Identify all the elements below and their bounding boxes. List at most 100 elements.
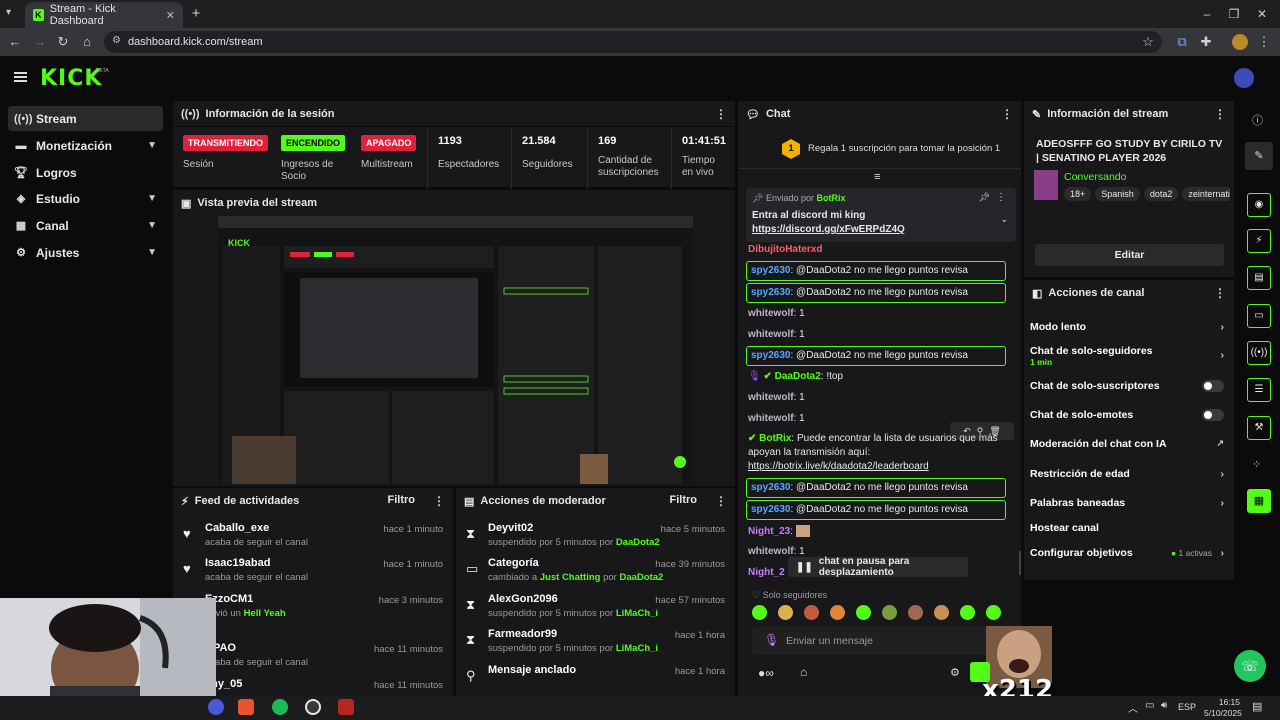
more-options-icon[interactable]: ⋮ xyxy=(433,494,445,508)
chat-scrollbar[interactable] xyxy=(1019,551,1021,575)
minimize-icon[interactable]: – xyxy=(1199,6,1215,22)
store-icon[interactable]: ⌂ xyxy=(800,665,807,679)
chat-username[interactable]: spy2630 xyxy=(751,350,790,361)
emote-icon[interactable] xyxy=(804,605,819,620)
window-close-icon[interactable]: ✕ xyxy=(1254,6,1270,22)
action-goals[interactable]: Configurar objetivos ● 1 activas › xyxy=(1030,547,1226,559)
more-options-icon[interactable]: ⋮ xyxy=(1214,107,1226,121)
pinned-user[interactable]: BotRix xyxy=(817,193,846,203)
stream-preview-video[interactable]: KICK xyxy=(218,216,693,484)
chat-link[interactable]: https://botrix.live/k/daadota2/leaderboa… xyxy=(748,461,929,472)
chat-username[interactable]: whitewolf xyxy=(748,413,794,424)
filter-button[interactable]: Filtro xyxy=(388,494,416,506)
network-icon[interactable]: ▭ xyxy=(1145,700,1154,711)
more-options-icon[interactable]: ⋮ xyxy=(715,107,727,121)
pinned-collapse-icon[interactable]: ≡ xyxy=(874,171,880,183)
restore-icon[interactable]: ❐ xyxy=(1226,6,1242,22)
tab-close-icon[interactable]: ✕ xyxy=(166,9,175,22)
mod-category[interactable]: Just Chatting xyxy=(540,572,601,583)
chevron-down-icon[interactable]: ⌄ xyxy=(1000,214,1008,225)
unpin-icon[interactable]: 📌︎ xyxy=(979,192,990,203)
mod-by[interactable]: LiMaCh_i xyxy=(616,608,658,619)
chat-username[interactable]: whitewolf xyxy=(748,392,794,403)
link-icon[interactable]: ●∞ xyxy=(758,666,774,680)
mod-by[interactable]: DaaDota2 xyxy=(619,572,663,583)
dota-icon[interactable] xyxy=(338,699,354,715)
language-indicator[interactable]: ESP xyxy=(1178,702,1196,712)
hamburger-menu-icon[interactable] xyxy=(14,70,28,84)
emote-icon[interactable] xyxy=(934,605,949,620)
tray-chevron-icon[interactable]: ︿ xyxy=(1128,700,1138,715)
extensions-icon[interactable]: ✚ xyxy=(1198,34,1214,50)
emote-icon[interactable] xyxy=(986,605,1001,620)
action-subscribers-only[interactable]: Chat de solo-suscriptores xyxy=(1030,380,1226,392)
browser-menu-icon[interactable]: ⋮ xyxy=(1256,34,1272,50)
more-options-icon[interactable]: ⋮ xyxy=(1001,107,1013,121)
sidebar-item-stream[interactable]: ((•)) Stream xyxy=(8,106,163,131)
tab-list-icon[interactable]: ▾ xyxy=(6,7,20,21)
info-icon[interactable]: ⓘ xyxy=(1252,112,1263,128)
action-host-channel[interactable]: Hostear canal xyxy=(1030,522,1226,534)
forward-icon[interactable]: → xyxy=(32,34,48,50)
chat-username[interactable]: DibujitoHaterxd xyxy=(748,244,822,255)
bolt-rail-icon[interactable]: ⚡︎ xyxy=(1247,229,1271,253)
sub-gift-banner[interactable]: 1 Regala 1 suscripción para tomar la pos… xyxy=(738,129,1021,169)
action-slow-mode[interactable]: Modo lento › xyxy=(1030,321,1226,333)
emote-icon[interactable] xyxy=(908,605,923,620)
site-info-icon[interactable]: ⚙ xyxy=(112,35,121,46)
clock[interactable]: 16:15 5/10/2025 xyxy=(1204,697,1242,719)
filter-button[interactable]: Filtro xyxy=(670,494,698,506)
action-followers-only[interactable]: Chat de solo-seguidores 1 min › xyxy=(1030,345,1226,367)
back-icon[interactable]: ← xyxy=(7,34,23,50)
clapper-rail-icon[interactable]: ▦ xyxy=(1247,489,1271,513)
mic-icon[interactable]: 🎙︎ xyxy=(764,633,779,647)
edit-rail-icon[interactable]: ✎ xyxy=(1245,142,1273,170)
chat-username[interactable]: spy2630 xyxy=(751,504,790,515)
reload-icon[interactable]: ↻ xyxy=(55,34,71,50)
sidebar-item-logros[interactable]: 🏆︎ Logros xyxy=(8,160,163,185)
sidebar-item-monetizacion[interactable]: ▬ Monetización ▼ xyxy=(8,133,163,158)
mod-by[interactable]: LiMaCh_i xyxy=(616,643,658,654)
action-ai-moderation[interactable]: Moderación del chat con IA ↗ xyxy=(1030,438,1226,450)
browser-tab[interactable]: K Stream - Kick Dashboard ✕ xyxy=(25,2,183,28)
brave-icon[interactable] xyxy=(238,699,254,715)
emote-icon[interactable] xyxy=(856,605,871,620)
url-field[interactable]: ⚙ dashboard.kick.com/stream xyxy=(104,31,1162,53)
chat-username[interactable]: DaaDota2 xyxy=(775,371,821,382)
chat-username[interactable]: BotRix xyxy=(759,433,791,444)
new-tab-icon[interactable]: + xyxy=(188,6,204,22)
chat-username[interactable]: whitewolf xyxy=(748,546,794,557)
chat-username[interactable]: spy2630 xyxy=(751,482,790,493)
wrench-rail-icon[interactable]: ⚒ xyxy=(1247,416,1271,440)
chat-rail-icon[interactable]: ▭ xyxy=(1247,304,1271,328)
emote-icon[interactable] xyxy=(960,605,975,620)
chat-settings-icon[interactable]: ⚙ xyxy=(950,666,960,679)
chat-username[interactable]: spy2630 xyxy=(751,265,790,276)
mod-by[interactable]: DaaDota2 xyxy=(616,537,660,548)
more-options-icon[interactable]: ⋮ xyxy=(996,192,1006,203)
action-age-restriction[interactable]: Restricción de edad › xyxy=(1030,468,1226,480)
taskbar-app-icon[interactable] xyxy=(208,699,224,715)
notification-icon[interactable]: ▤ xyxy=(1252,700,1262,713)
chat-username[interactable]: whitewolf xyxy=(748,329,794,340)
edit-button[interactable]: Editar xyxy=(1035,244,1224,266)
translate-icon[interactable]: ⧉ xyxy=(1174,34,1190,50)
obs-icon[interactable] xyxy=(305,699,321,715)
volume-icon[interactable]: 🔊︎ xyxy=(1161,700,1167,711)
chat-username[interactable]: Night_2 xyxy=(748,567,785,578)
apps-rail-icon[interactable]: ⁘ xyxy=(1252,458,1261,471)
chat-username[interactable]: Night_23 xyxy=(748,526,790,537)
toggle-switch[interactable] xyxy=(1202,380,1224,392)
emote-icon[interactable] xyxy=(778,605,793,620)
stream-category[interactable]: Conversando xyxy=(1064,171,1126,183)
pinned-link[interactable]: https://discord.gg/xFwERPdZ4Q xyxy=(752,224,905,235)
list-rail-icon[interactable]: ▤ xyxy=(1247,266,1271,290)
home-icon[interactable]: ⌂ xyxy=(79,34,95,50)
chat-username[interactable]: spy2630 xyxy=(751,287,790,298)
more-options-icon[interactable]: ⋮ xyxy=(1214,286,1226,300)
chat-input[interactable]: 🎙︎ Enviar un mensaje xyxy=(752,627,1012,655)
sidebar-item-ajustes[interactable]: ⚙ Ajustes ▼ xyxy=(8,240,163,265)
camera-rail-icon[interactable]: ◉ xyxy=(1247,193,1271,217)
support-chat-button[interactable]: ☏ xyxy=(1234,650,1266,682)
user-avatar[interactable] xyxy=(1234,68,1254,88)
